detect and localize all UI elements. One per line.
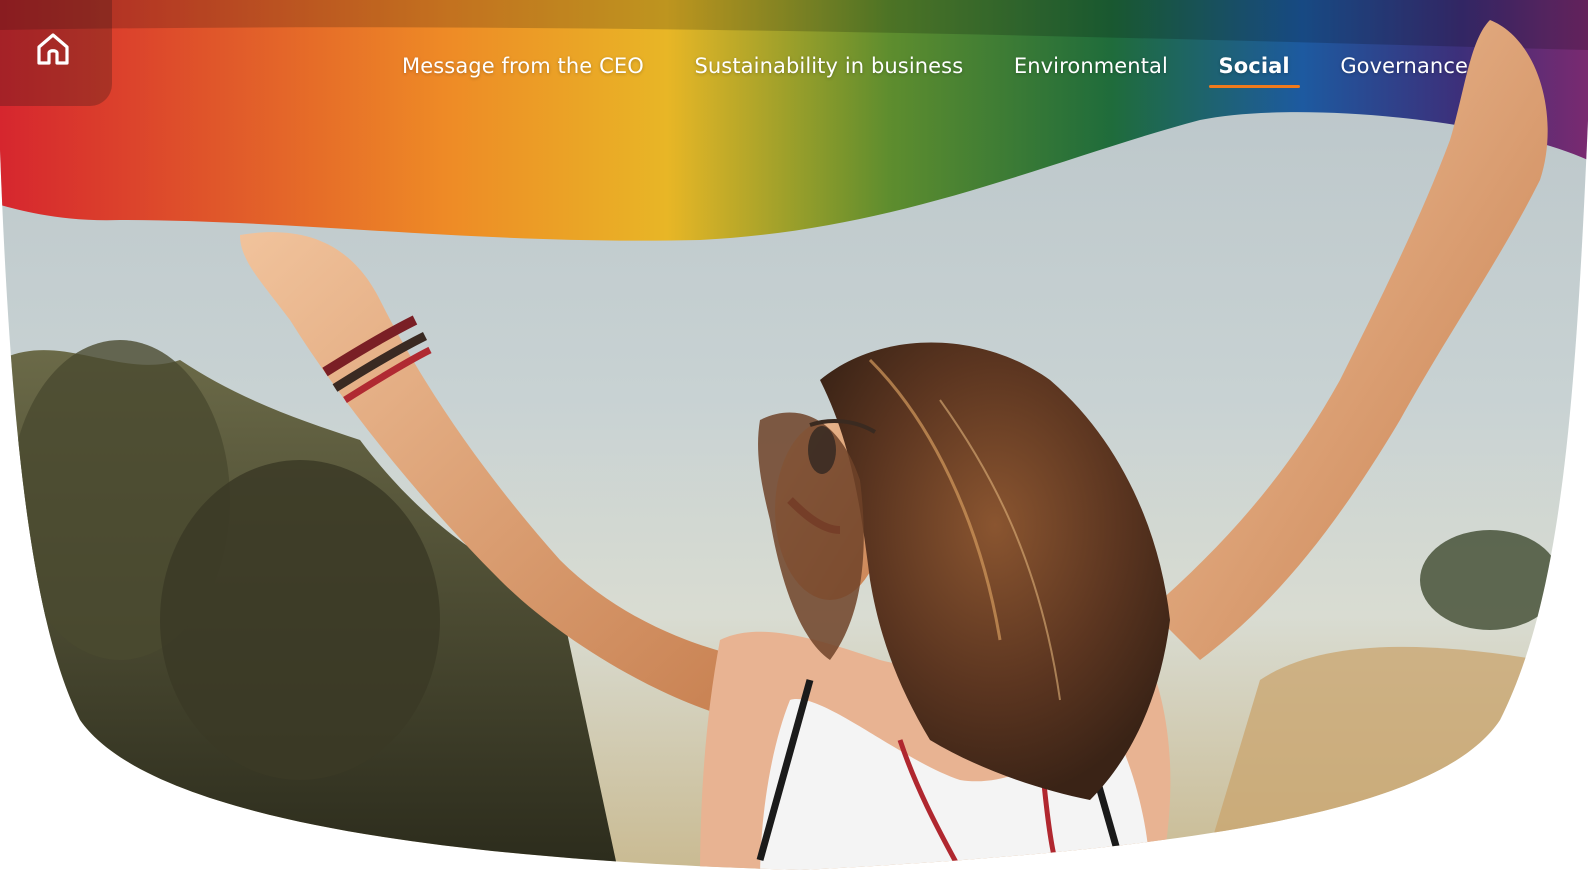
nav-item-sustainability-in-business[interactable]: Sustainability in business <box>684 52 973 88</box>
nav-item-label: Social <box>1218 54 1290 78</box>
nav-item-label: Governance <box>1340 54 1468 78</box>
nav-item-governance[interactable]: Governance <box>1330 52 1478 88</box>
nav-item-label: Environmental <box>1013 54 1168 78</box>
home-icon <box>37 33 69 65</box>
nav-item-label: Message from the CEO <box>402 54 644 78</box>
home-button[interactable] <box>0 0 112 106</box>
main-navigation: Message from the CEO Sustainability in b… <box>392 52 1478 92</box>
nav-item-environmental[interactable]: Environmental <box>1004 52 1178 88</box>
hero-image: Message from the CEO Sustainability in b… <box>0 0 1588 880</box>
nav-item-message-from-the-ceo[interactable]: Message from the CEO <box>392 52 654 88</box>
hero-photo <box>0 0 1588 870</box>
nav-item-social[interactable]: Social <box>1208 52 1300 88</box>
nav-item-label: Sustainability in business <box>694 54 964 78</box>
